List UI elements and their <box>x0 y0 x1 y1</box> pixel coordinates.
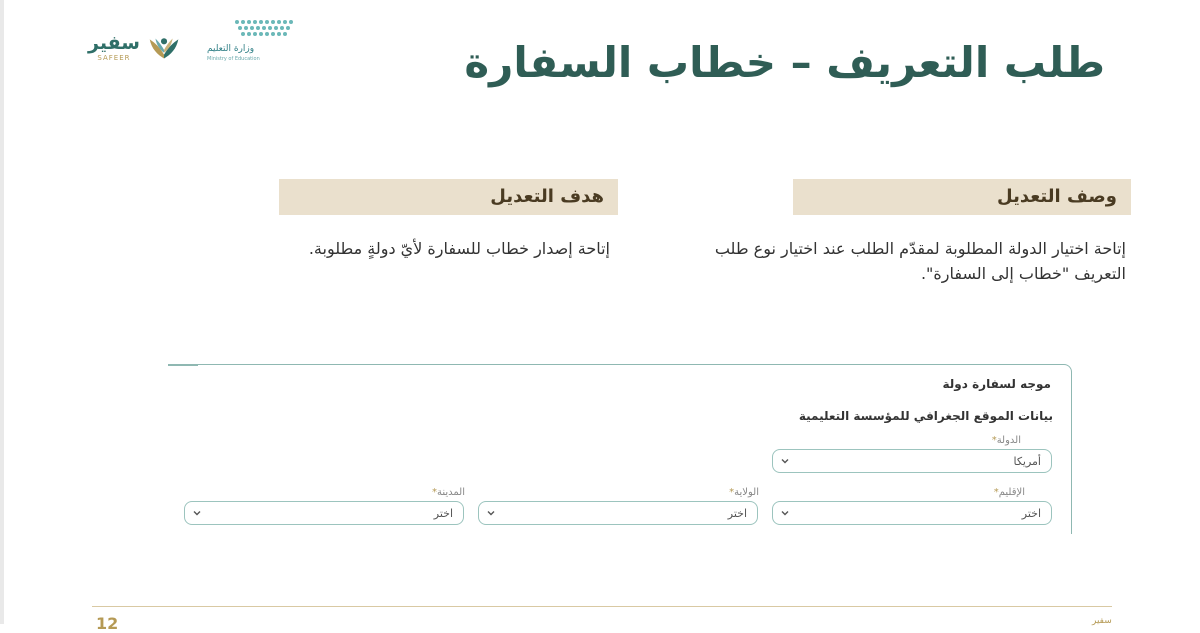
moe-logo-latin: Ministry of Education <box>207 56 260 62</box>
goal-text: إتاحة إصدار خطاب للسفارة لأيّ دولةٍ مطلو… <box>308 239 610 258</box>
region-select-value: اختر <box>1021 506 1041 520</box>
city-select[interactable]: اختر <box>184 501 464 525</box>
chevron-down-icon <box>781 511 789 516</box>
country-label-text: الدولة <box>996 435 1021 446</box>
moe-dots-icon <box>235 20 293 36</box>
footer-brand: سفير <box>1092 616 1112 626</box>
chevron-down-icon <box>781 459 789 464</box>
page-title: طلب التعريف – خطاب السفارة <box>464 38 1105 87</box>
footer-divider <box>92 606 1112 607</box>
region-label-text: الإقليم <box>998 487 1025 498</box>
embassy-form-panel: موجه لسفارة دولة بيانات الموقع الجغرافي … <box>168 364 1072 534</box>
moe-logo-text: وزارة التعليم <box>207 44 255 54</box>
chevron-down-icon <box>193 511 201 516</box>
country-label: الدولة* <box>990 435 1021 446</box>
form-heading: موجه لسفارة دولة <box>942 377 1052 391</box>
description-heading: وصف التعديل <box>793 179 1131 215</box>
region-select[interactable]: اختر <box>772 501 1052 525</box>
goal-heading: هدف التعديل <box>279 179 618 215</box>
city-label: المدينة* <box>430 487 465 498</box>
city-label-text: المدينة <box>436 487 465 498</box>
safeer-logo-text: سفير <box>88 32 140 54</box>
page-edge-shadow <box>0 0 4 624</box>
country-select[interactable]: أمريكا <box>772 449 1052 473</box>
city-select-value: اختر <box>433 506 453 520</box>
safeer-logo-latin: SAFEER <box>97 54 131 62</box>
region-label: الإقليم* <box>992 487 1025 498</box>
state-label: الولاية* <box>727 487 759 498</box>
ministry-of-education-logo: وزارة التعليم Ministry of Education <box>205 18 295 64</box>
state-select-value: اختر <box>727 506 747 520</box>
safeer-emblem-icon <box>149 38 179 59</box>
state-label-text: الولاية <box>734 487 759 498</box>
description-text: إتاحة اختيار الدولة المطلوبة لمقدّم الطل… <box>714 239 1126 283</box>
state-select[interactable]: اختر <box>478 501 758 525</box>
form-subheading: بيانات الموقع الجغرافي للمؤسسة التعليمية <box>798 409 1053 423</box>
safeer-logo: سفير SAFEER <box>88 30 184 66</box>
country-select-value: أمريكا <box>1013 454 1041 468</box>
chevron-down-icon <box>487 511 495 516</box>
